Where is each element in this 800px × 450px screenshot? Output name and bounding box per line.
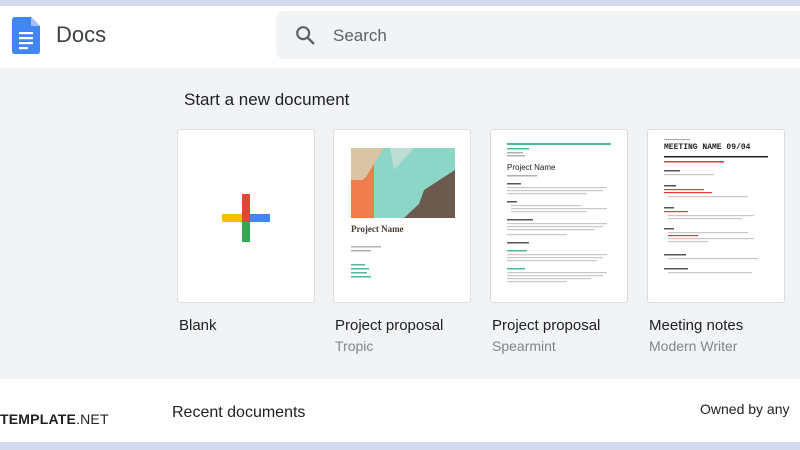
template-name: Project proposal [335,317,444,334]
modern-writer-thumb-title: MEETING NAME 09/04 [664,143,751,152]
recent-documents-heading: Recent documents [172,404,306,421]
modern-writer-page-art [664,139,768,274]
template-project-proposal-spearmint[interactable]: Project Name Project proposal Spearmint [490,129,630,354]
tropic-thumb-title: Project Name [351,224,404,234]
search-placeholder: Search [333,26,387,45]
template-subtitle: Tropic [335,338,374,354]
template-name: Blank [179,317,217,334]
template-project-proposal-tropic[interactable]: Project Name Project proposal Tropic [333,129,473,354]
search-icon[interactable] [294,24,316,46]
search-input[interactable]: Search [276,11,800,59]
owned-by-filter-dropdown[interactable]: Owned by any [700,401,790,417]
docs-logo-icon[interactable] [12,17,40,54]
plus-icon [222,194,270,242]
spearmint-thumb-title: Project Name [507,163,556,172]
template-name: Project proposal [492,317,601,334]
top-bar: Docs Search [0,6,800,68]
template-net-watermark: TEMPLATE.NET [0,411,109,427]
modern-writer-thumbnail[interactable]: MEETING NAME 09/04 [647,129,785,303]
tropic-cover-art [351,148,455,278]
template-meeting-notes-modern-writer[interactable]: MEETING NAME 09/04 Meeting notes Modern … [647,129,787,354]
tropic-thumbnail[interactable]: Project Name [333,129,471,303]
template-subtitle: Modern Writer [649,338,738,354]
app-title[interactable]: Docs [56,22,106,48]
spearmint-thumbnail[interactable]: Project Name [490,129,628,303]
spearmint-page-art [507,143,611,283]
template-name: Meeting notes [649,317,744,334]
template-subtitle: Spearmint [492,338,556,354]
recent-documents-bar: TEMPLATE.NET Recent documents Owned by a… [0,379,800,442]
start-new-document-heading: Start a new document [184,90,350,109]
docs-home-screen: Docs Search Start a new document Blank P… [0,6,800,442]
template-blank[interactable]: Blank [177,129,317,334]
blank-thumbnail[interactable] [177,129,315,303]
